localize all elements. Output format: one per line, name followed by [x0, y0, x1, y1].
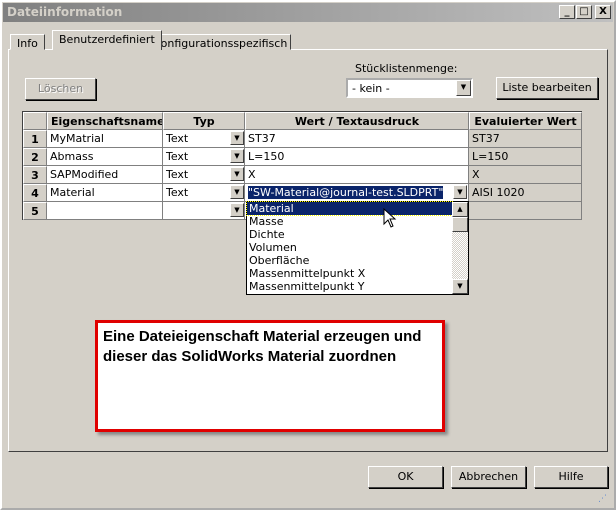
evaluated-value-cell: ST37: [469, 130, 582, 148]
chevron-down-icon[interactable]: ▼: [230, 185, 244, 199]
minimize-button[interactable]: _: [559, 5, 575, 19]
row-header[interactable]: 1: [23, 130, 47, 148]
property-name-cell[interactable]: [47, 202, 163, 220]
table-corner: [23, 112, 47, 130]
tab-konfigurationsspezifisch[interactable]: Konfigurationsspezifisch: [150, 34, 292, 50]
ok-button[interactable]: OK: [368, 466, 443, 488]
title-bar: Dateiinformation: [3, 3, 613, 22]
maximize-button[interactable]: □: [576, 5, 592, 19]
column-header[interactable]: Evaluierter Wert: [469, 112, 582, 130]
row-header[interactable]: 4: [23, 184, 47, 202]
dropdown-item[interactable]: Massenmittelpunkt Y: [247, 280, 452, 293]
value-text: "SW-Material@journal-test.SLDPRT": [248, 186, 444, 199]
value-text: X: [248, 168, 256, 181]
scroll-down-icon[interactable]: ▼: [452, 279, 468, 294]
help-button[interactable]: Hilfe: [534, 466, 608, 488]
evaluated-value-cell: [469, 202, 582, 220]
value-text: ST37: [248, 132, 276, 145]
window-title: Dateiinformation: [7, 5, 123, 19]
dropdown-item[interactable]: Massenmittelpunkt X: [247, 267, 452, 280]
chevron-down-icon[interactable]: ▼: [230, 131, 244, 145]
tab-info[interactable]: Info: [10, 34, 45, 50]
scroll-thumb[interactable]: [452, 217, 468, 232]
column-header[interactable]: Wert / Textausdruck: [245, 112, 469, 130]
delete-button[interactable]: Löschen: [25, 78, 96, 100]
value-text: L=150: [248, 150, 285, 163]
chevron-down-icon[interactable]: ▼: [456, 80, 471, 96]
value-cell[interactable]: "SW-Material@journal-test.SLDPRT": [245, 184, 469, 202]
property-name-cell[interactable]: MyMatrial: [47, 130, 163, 148]
value-cell[interactable]: L=150: [245, 148, 469, 166]
edit-list-button[interactable]: Liste bearbeiten: [496, 77, 598, 99]
tab-benutzerdefiniert[interactable]: Benutzerdefiniert: [52, 30, 162, 50]
value-cell[interactable]: X: [245, 166, 469, 184]
scroll-up-icon[interactable]: ▲: [452, 202, 468, 217]
chevron-down-icon[interactable]: ▼: [230, 167, 244, 181]
cancel-button[interactable]: Abbrechen: [451, 466, 526, 488]
chevron-down-icon[interactable]: ▼: [230, 149, 244, 163]
dropdown-item[interactable]: Oberfläche: [247, 254, 452, 267]
value-cell[interactable]: ST37: [245, 130, 469, 148]
mouse-cursor-icon: [383, 208, 397, 228]
bom-select[interactable]: - kein -: [346, 78, 473, 98]
property-name-cell[interactable]: SAPModified: [47, 166, 163, 184]
dropdown-item[interactable]: Masse: [247, 215, 452, 228]
chevron-down-icon[interactable]: ▼: [230, 203, 244, 217]
dropdown-item[interactable]: Material: [246, 201, 453, 216]
value-dropdown-list[interactable]: Material Masse Dichte Volumen Oberfläche Mass…: [246, 201, 469, 295]
annotation-callout: Eine Dateieigenschaft Material erzeugen …: [95, 320, 445, 432]
evaluated-value-cell: X: [469, 166, 582, 184]
dropdown-item[interactable]: Volumen: [247, 241, 452, 254]
property-name-cell[interactable]: Material: [47, 184, 163, 202]
resize-grip-icon[interactable]: ⋰: [598, 494, 607, 504]
evaluated-value-cell: AISI 1020: [469, 184, 582, 202]
bom-value: - kein -: [352, 82, 390, 95]
row-header[interactable]: 2: [23, 148, 47, 166]
dropdown-item[interactable]: Dichte: [247, 228, 452, 241]
row-header[interactable]: 3: [23, 166, 47, 184]
chevron-down-icon[interactable]: ▼: [453, 185, 467, 199]
property-name-cell[interactable]: Abmass: [47, 148, 163, 166]
column-header[interactable]: Typ: [163, 112, 245, 130]
close-button[interactable]: X: [595, 5, 611, 19]
column-header[interactable]: Eigenschaftsname: [47, 112, 163, 130]
row-header[interactable]: 5: [23, 202, 47, 220]
evaluated-value-cell: L=150: [469, 148, 582, 166]
bom-label: Stücklistenmenge:: [355, 62, 458, 75]
